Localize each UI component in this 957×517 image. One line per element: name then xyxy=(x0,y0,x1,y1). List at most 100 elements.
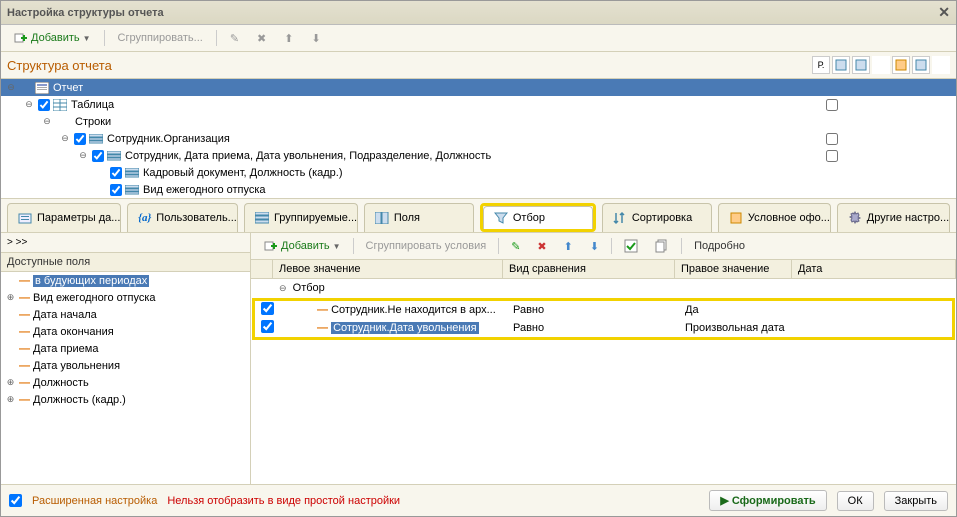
col-icon-2[interactable] xyxy=(852,56,870,74)
row-checkbox[interactable] xyxy=(74,133,86,145)
tree-row[interactable]: Вид ежегодного отпуска xyxy=(1,181,956,198)
tab-params[interactable]: Параметры да... xyxy=(7,203,121,232)
tab-filter[interactable]: Отбор xyxy=(483,206,593,229)
filter-group-button[interactable]: Сгруппировать условия xyxy=(359,237,494,255)
expand-icon[interactable]: ⊖ xyxy=(77,150,89,161)
field-label: в будующих периодах xyxy=(33,275,149,287)
tree-row[interactable]: Кадровый документ, Должность (кадр.) xyxy=(1,164,956,181)
row-icon xyxy=(89,133,103,145)
row-checkbox[interactable] xyxy=(110,184,122,196)
expand-icon[interactable]: ⊖ xyxy=(5,82,17,93)
col-icon-6[interactable] xyxy=(932,56,950,74)
row-checkbox[interactable] xyxy=(38,99,50,111)
expand-icon[interactable]: ⊕ xyxy=(5,377,16,388)
tab-cond[interactable]: Условное офо... xyxy=(718,203,831,232)
filter-grid[interactable]: ⊖ Отбор — Сотрудник.Не находится в арх...… xyxy=(251,279,956,484)
add-button[interactable]: Добавить ▼ xyxy=(7,28,98,48)
col-icon-4[interactable] xyxy=(892,56,910,74)
breadcrumb[interactable]: > >> xyxy=(1,233,250,253)
group-button[interactable]: Сгруппировать... xyxy=(111,29,210,47)
field-row[interactable]: —Дата начала xyxy=(1,306,250,323)
tab-sort[interactable]: Сортировка xyxy=(602,203,712,232)
comparison: Равно xyxy=(507,304,679,316)
right-value: Произвольная дата xyxy=(679,322,796,334)
tree-row[interactable]: ⊖Отчет xyxy=(1,79,956,96)
filter-down-icon[interactable]: ⬇ xyxy=(583,237,606,256)
tab-grouped[interactable]: Группируемые... xyxy=(244,203,358,232)
filter-detail-button[interactable]: Подробно xyxy=(687,237,752,255)
filter-row-checkbox[interactable] xyxy=(261,302,274,315)
edit-icon[interactable]: ✎ xyxy=(223,29,246,48)
field-row[interactable]: —Дата окончания xyxy=(1,323,250,340)
advanced-checkbox[interactable] xyxy=(9,494,22,507)
tab-other[interactable]: Другие настро... xyxy=(837,203,950,232)
expand-icon[interactable]: ⊖ xyxy=(23,99,35,110)
r-checkbox[interactable] xyxy=(826,99,838,111)
col-cmp: Вид сравнения xyxy=(503,260,675,278)
expand-icon[interactable]: ⊖ xyxy=(41,116,53,127)
field-row[interactable]: ⊕—Должность xyxy=(1,374,250,391)
filter-group-row[interactable]: ⊖ Отбор xyxy=(251,279,956,297)
filter-copy-icon[interactable] xyxy=(648,236,676,256)
field-row[interactable]: —Дата увольнения xyxy=(1,357,250,374)
col-date: Дата xyxy=(792,260,956,278)
structure-tree[interactable]: ⊖Отчет⊖Таблица⊖Строки⊖Сотрудник.Организа… xyxy=(1,79,956,199)
user-icon: {a} xyxy=(138,212,151,224)
params-icon xyxy=(18,211,32,225)
tree-row[interactable]: ⊖Сотрудник, Дата приема, Дата увольнения… xyxy=(1,147,956,164)
row-checkbox[interactable] xyxy=(110,167,122,179)
filter-row[interactable]: — Сотрудник.Дата увольненияРавноПроизвол… xyxy=(255,319,952,337)
close-icon[interactable]: ✕ xyxy=(938,4,950,21)
row-icon xyxy=(125,184,139,196)
available-fields-list[interactable]: —в будующих периодах⊕—Вид ежегодного отп… xyxy=(1,272,250,484)
tree-row[interactable]: ⊖ Сотрудник.Организация xyxy=(1,130,956,147)
expand-icon[interactable]: ⊕ xyxy=(5,292,16,303)
filter-grid-header: Левое значение Вид сравнения Правое знач… xyxy=(251,260,956,279)
filter-add-button[interactable]: Добавить ▼ xyxy=(257,236,348,256)
field-row[interactable]: —Дата приема xyxy=(1,340,250,357)
field-row[interactable]: ⊕—Должность (кадр.) xyxy=(1,391,250,408)
ok-button[interactable]: ОК xyxy=(837,491,874,511)
row-label: Сотрудник.Организация xyxy=(107,133,230,145)
tab-user[interactable]: {a}Пользователь... xyxy=(127,203,238,232)
field-label: Должность xyxy=(33,377,89,389)
field-icon: — xyxy=(19,309,30,321)
field-row[interactable]: ⊕—Вид ежегодного отпуска xyxy=(1,289,250,306)
field-icon: — xyxy=(317,322,328,334)
filter-row[interactable]: — Сотрудник.Не находится в арх...РавноДа xyxy=(255,301,952,319)
row-icon xyxy=(107,150,121,162)
expand-icon[interactable]: ⊕ xyxy=(5,394,16,405)
down-icon[interactable]: ⬇ xyxy=(304,29,327,48)
row-label: Строки xyxy=(75,116,111,128)
field-icon: — xyxy=(19,292,30,304)
filter-delete-icon[interactable]: ✖ xyxy=(530,237,553,256)
filter-edit-icon[interactable]: ✎ xyxy=(504,237,527,256)
tree-row[interactable]: ⊖ Таблица xyxy=(1,96,956,113)
close-button[interactable]: Закрыть xyxy=(884,491,948,511)
row-checkbox[interactable] xyxy=(92,150,104,162)
col-icon-5[interactable] xyxy=(912,56,930,74)
expand-icon[interactable]: ⊖ xyxy=(59,133,71,144)
col-icon-1[interactable] xyxy=(832,56,850,74)
col-icon-3[interactable] xyxy=(872,56,890,74)
r-checkbox[interactable] xyxy=(826,133,838,145)
tab-label: Отбор xyxy=(513,212,545,224)
r-checkbox[interactable] xyxy=(826,150,838,162)
structure-title: Структура отчета xyxy=(7,58,112,73)
run-button[interactable]: ▶ Сформировать xyxy=(709,490,826,511)
field-label: Дата окончания xyxy=(33,326,114,338)
delete-icon[interactable]: ✖ xyxy=(250,29,273,48)
tree-row[interactable]: ⊖ Строки xyxy=(1,113,956,130)
tab-fields[interactable]: Поля xyxy=(364,203,474,232)
up-icon[interactable]: ⬆ xyxy=(277,29,300,48)
row-icon xyxy=(35,81,49,93)
filter-row-checkbox[interactable] xyxy=(261,320,274,333)
row-label: Таблица xyxy=(71,99,114,111)
right-value: Да xyxy=(679,304,796,316)
filter-up-icon[interactable]: ⬆ xyxy=(557,237,580,256)
dropdown-icon: ▼ xyxy=(83,34,91,43)
field-label: Дата приема xyxy=(33,343,98,355)
field-row[interactable]: —в будующих периодах xyxy=(1,272,250,289)
filter-check-icon[interactable] xyxy=(617,236,645,256)
advanced-label: Расширенная настройка xyxy=(32,495,157,507)
